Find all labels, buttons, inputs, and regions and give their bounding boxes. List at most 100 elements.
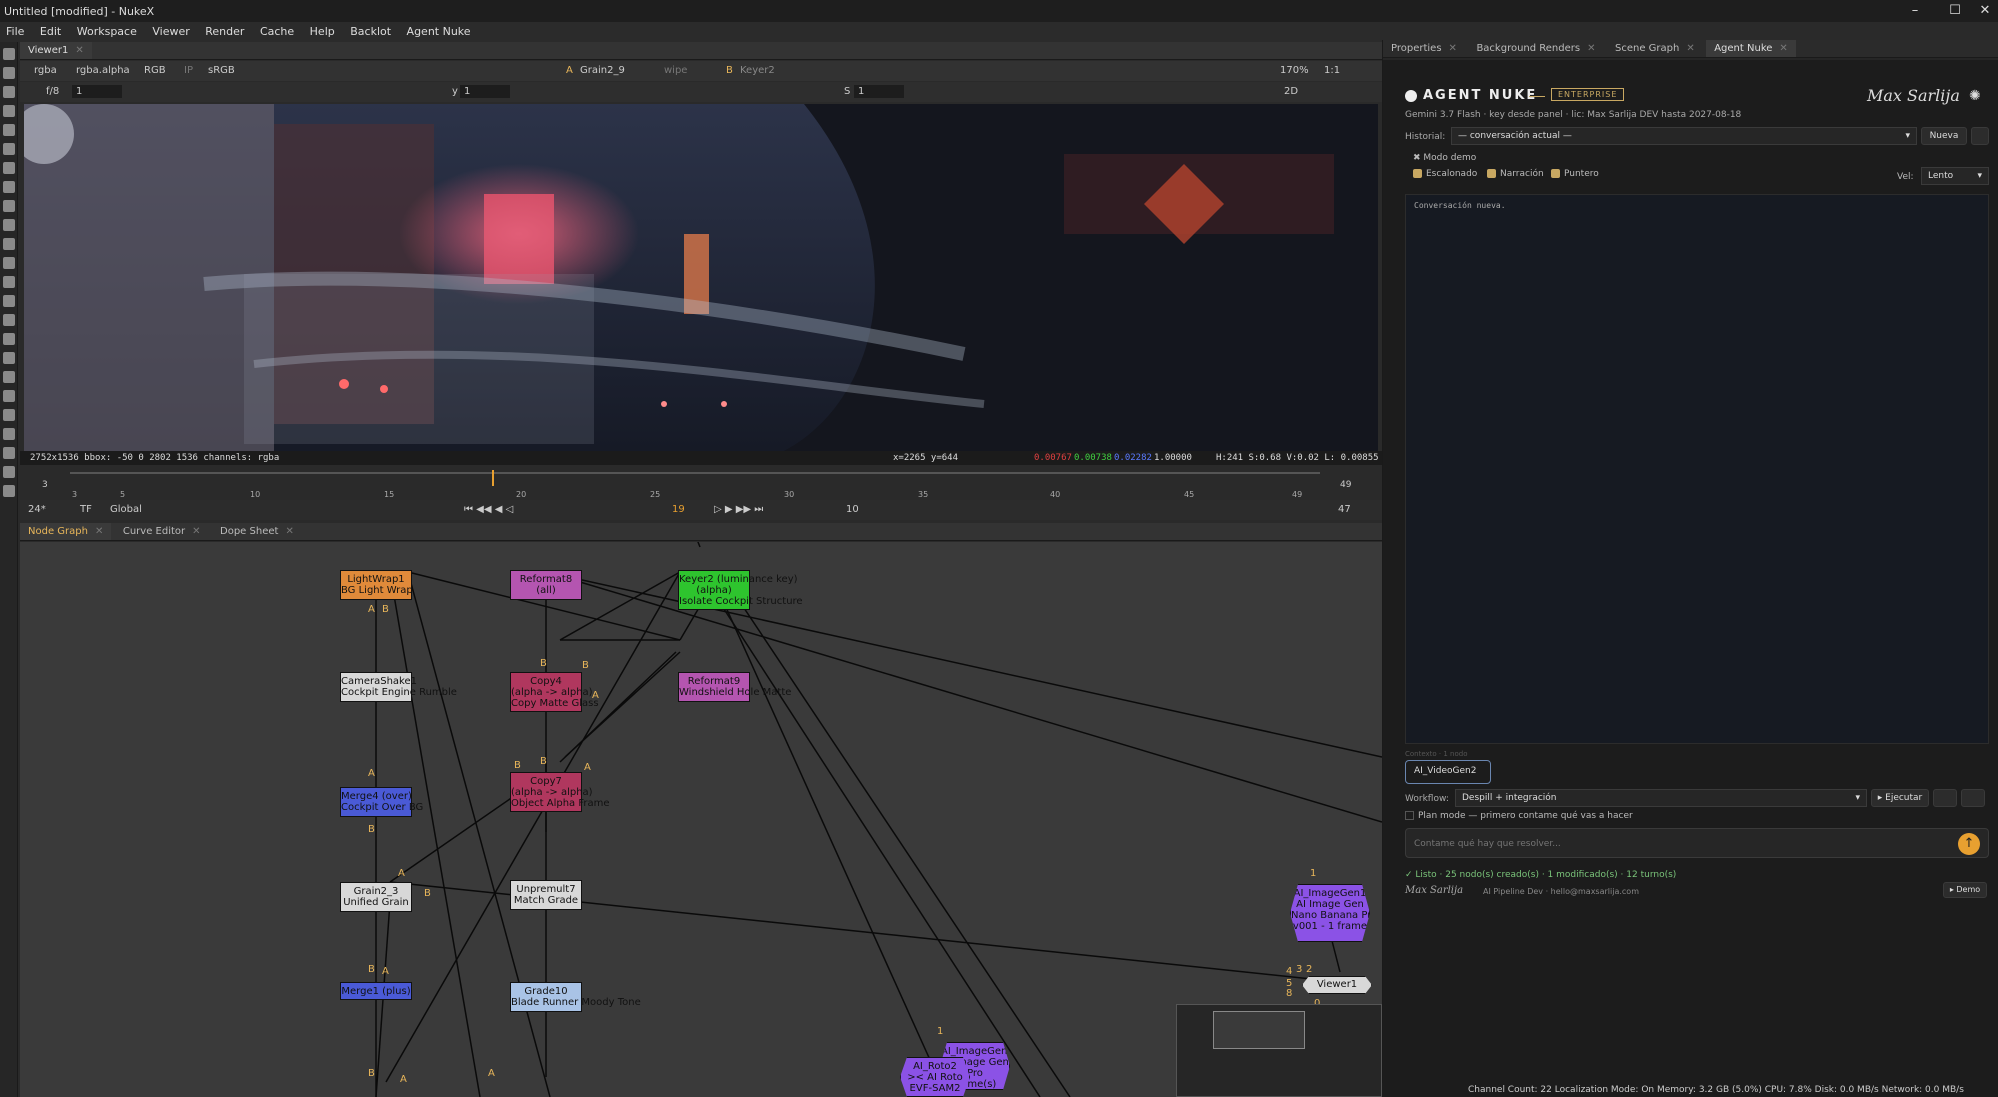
gamma-field[interactable]: 1 xyxy=(460,85,510,98)
furnace-tool-icon[interactable] xyxy=(3,352,15,364)
zoom-dropdown[interactable]: 170% xyxy=(1276,64,1313,77)
minimap-viewport[interactable] xyxy=(1213,1011,1305,1049)
node-copy4[interactable]: Copy4 (alpha -> alpha) Copy Matte Glass xyxy=(510,672,599,712)
menu-edit[interactable]: Edit xyxy=(34,22,67,41)
timeline-track[interactable] xyxy=(70,472,1320,474)
transport-buttons-fwd[interactable]: ▷ ▶ ▶▶ ⏭ xyxy=(710,503,767,516)
option-narracion[interactable]: Narración xyxy=(1487,169,1544,179)
tool-button-2[interactable] xyxy=(1961,789,1985,807)
workflow-dropdown[interactable]: Despill + integración ▾ xyxy=(1455,789,1867,807)
node-keyer2[interactable]: Keyer2 (luminance key) (alpha) Isolate Coc… xyxy=(678,570,803,610)
node-reformat9[interactable]: Reformat9 Windshield Hole Matte xyxy=(678,672,791,702)
conversation-area[interactable]: Conversación nueva. xyxy=(1405,194,1989,744)
other-tool-icon[interactable] xyxy=(3,333,15,345)
tf-dropdown[interactable]: TF xyxy=(76,503,96,516)
tab-viewer1[interactable]: Viewer1 ✕ xyxy=(20,42,92,59)
history-dropdown[interactable]: — conversación actual — ▾ xyxy=(1451,127,1917,145)
fstop-field[interactable]: f/8 xyxy=(42,85,63,98)
menu-workspace[interactable]: Workspace xyxy=(71,22,143,41)
current-frame[interactable]: 19 xyxy=(668,503,689,516)
menu-file[interactable]: File xyxy=(0,22,30,41)
ai-tool-icon[interactable] xyxy=(3,371,15,383)
menu-help[interactable]: Help xyxy=(304,22,341,41)
plugin-tool-icon[interactable] xyxy=(3,428,15,440)
particles-tool-icon[interactable] xyxy=(3,276,15,288)
demo-button[interactable]: ▸ Demo xyxy=(1943,882,1987,898)
demo-mode-toggle[interactable]: ✖ Modo demo xyxy=(1413,153,1476,163)
tab-agent-nuke[interactable]: Agent Nuke ✕ xyxy=(1706,40,1796,57)
display-dropdown[interactable]: RGB xyxy=(140,64,170,77)
misc-tool-icon[interactable] xyxy=(3,485,15,497)
tab-properties[interactable]: Properties ✕ xyxy=(1383,40,1465,57)
maximize-button[interactable]: ☐ xyxy=(1940,3,1970,18)
node-ai-imagegen1[interactable]: AI_ImageGen1 AI Image Gen Nano Banana Pro … xyxy=(1290,884,1370,942)
run-button[interactable]: ▸ Ejecutar xyxy=(1871,789,1929,807)
keyer-tool-icon[interactable] xyxy=(3,162,15,174)
tab-background-renders[interactable]: Background Renders ✕ xyxy=(1468,40,1603,57)
sun-icon[interactable]: ✺ xyxy=(1969,88,1981,104)
3d-tool-icon[interactable] xyxy=(3,219,15,231)
input-b-dropdown[interactable]: Keyer2 xyxy=(736,64,779,77)
metadata-tool-icon[interactable] xyxy=(3,257,15,269)
minimize-button[interactable]: – xyxy=(1900,3,1930,18)
views-tool-icon[interactable] xyxy=(3,238,15,250)
timeline-start[interactable]: 3 xyxy=(42,480,48,490)
ip-button[interactable]: IP xyxy=(180,64,197,77)
node-grain2-3[interactable]: Grain2_3 Unified Grain xyxy=(340,882,412,912)
timeline[interactable]: 3 3 5 10 15 20 25 30 35 40 45 49 49 xyxy=(20,468,1382,504)
deep-tool-icon[interactable] xyxy=(3,295,15,307)
view-mode-dropdown[interactable]: 2D xyxy=(1280,85,1302,98)
menu-agent-nuke[interactable]: Agent Nuke xyxy=(401,22,477,41)
input-a-dropdown[interactable]: Grain2_9 xyxy=(576,64,629,77)
channels-dropdown[interactable]: rgba xyxy=(30,64,61,77)
script-tool-icon[interactable] xyxy=(3,447,15,459)
node-copy7[interactable]: Copy7 (alpha -> alpha) Object Alpha Frame xyxy=(510,772,610,812)
more-button[interactable] xyxy=(1971,127,1989,145)
gain-field[interactable]: 1 xyxy=(72,85,122,98)
image-tool-icon[interactable] xyxy=(3,48,15,60)
fps-dropdown[interactable]: 24* xyxy=(24,503,50,516)
node-viewer1[interactable]: Viewer1 xyxy=(1302,976,1372,994)
node-merge4[interactable]: Merge4 (over) Cockpit Over BG xyxy=(340,787,423,817)
context-chip[interactable]: AI_VideoGen2 xyxy=(1405,760,1491,784)
cara-tool-icon[interactable] xyxy=(3,390,15,402)
node-unpremult7[interactable]: Unpremult7 Match Grade xyxy=(510,880,582,910)
alpha-dropdown[interactable]: rgba.alpha xyxy=(72,64,134,77)
new-conversation-button[interactable]: Nueva xyxy=(1921,127,1967,145)
node-merge1[interactable]: Merge1 (plus) xyxy=(340,982,412,1000)
saturation-field[interactable]: 1 xyxy=(854,85,904,98)
merge-tool-icon[interactable] xyxy=(3,181,15,193)
node-camerashake1[interactable]: CameraShake1 Cockpit Engine Rumble xyxy=(340,672,457,702)
tab-node-graph[interactable]: Node Graph ✕ xyxy=(20,523,112,540)
gizmo-tool-icon[interactable] xyxy=(3,409,15,421)
menu-render[interactable]: Render xyxy=(199,22,250,41)
time-tool-icon[interactable] xyxy=(3,86,15,98)
option-escalonado[interactable]: Escalonado xyxy=(1413,169,1477,179)
menu-cache[interactable]: Cache xyxy=(254,22,300,41)
draw-tool-icon[interactable] xyxy=(3,67,15,79)
node-reformat8[interactable]: Reformat8 (all) xyxy=(510,570,582,600)
timeline-end[interactable]: 49 xyxy=(1340,480,1351,490)
lut-dropdown[interactable]: sRGB xyxy=(204,64,239,77)
tab-curve-editor[interactable]: Curve Editor ✕ xyxy=(115,523,209,540)
prompt-input[interactable] xyxy=(1414,836,1934,852)
prompt-box[interactable]: ↑ xyxy=(1405,828,1989,858)
last-frame-field[interactable]: 47 xyxy=(1334,503,1355,516)
viewer-image[interactable] xyxy=(24,104,1378,451)
channel-tool-icon[interactable] xyxy=(3,105,15,117)
step-field[interactable]: 10 xyxy=(842,503,863,516)
node-ai-roto2[interactable]: AI_Roto2 >< AI Roto EVF-SAM2 xyxy=(900,1057,970,1097)
node-graph[interactable]: LightWrap1 BG Light Wrap Reformat8 (all) K… xyxy=(20,542,1382,1097)
node-lightwrap1[interactable]: LightWrap1 BG Light Wrap xyxy=(340,570,413,600)
global-dropdown[interactable]: Global xyxy=(106,503,146,516)
tab-scene-graph[interactable]: Scene Graph ✕ xyxy=(1607,40,1703,57)
speed-dropdown[interactable]: Lento ▾ xyxy=(1921,167,1989,185)
color-tool-icon[interactable] xyxy=(3,124,15,136)
menu-viewer[interactable]: Viewer xyxy=(146,22,195,41)
menu-backlot[interactable]: Backlot xyxy=(344,22,397,41)
transport-buttons[interactable]: ⏮ ◀◀ ◀ ◁ xyxy=(460,503,517,516)
filter-tool-icon[interactable] xyxy=(3,143,15,155)
graph-minimap[interactable] xyxy=(1176,1004,1382,1097)
plan-mode-toggle[interactable]: Plan mode — primero contame qué vas a ha… xyxy=(1405,811,1633,821)
wipe-dropdown[interactable]: wipe xyxy=(660,64,691,77)
